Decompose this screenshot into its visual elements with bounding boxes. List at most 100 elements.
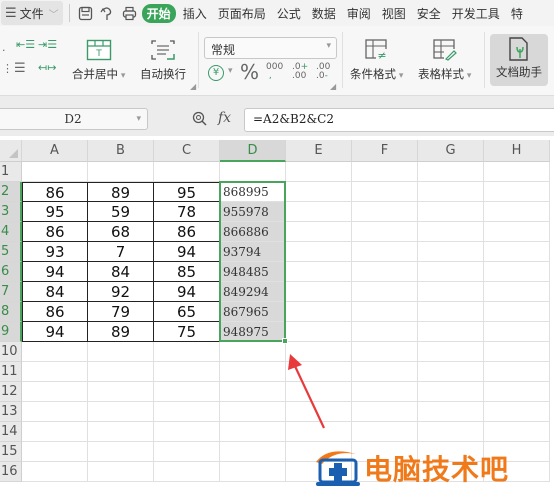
row-header-2[interactable]: 2	[0, 182, 22, 202]
cell-f10[interactable]	[352, 342, 418, 362]
alignment-dialog-launcher-icon[interactable]: ◢	[190, 82, 196, 91]
row-header-14[interactable]: 14	[0, 422, 22, 442]
tab-view[interactable]: 视图	[378, 5, 410, 22]
cell-b1[interactable]	[88, 162, 154, 182]
cell-h3[interactable]	[484, 202, 550, 222]
cell-c5[interactable]: 94	[154, 242, 220, 262]
cell-a3[interactable]: 95	[22, 202, 88, 222]
fill-handle[interactable]	[282, 338, 288, 344]
cell-a12[interactable]	[22, 382, 88, 402]
column-header-h[interactable]: H	[484, 140, 550, 162]
cell-f3[interactable]	[352, 202, 418, 222]
cell-g12[interactable]	[418, 382, 484, 402]
cell-h2[interactable]	[484, 182, 550, 202]
cell-b7[interactable]: 92	[88, 282, 154, 302]
row-header-8[interactable]: 8	[0, 302, 22, 322]
row-header-7[interactable]: 7	[0, 282, 22, 302]
row-header-10[interactable]: 10	[0, 342, 22, 362]
cell-f12[interactable]	[352, 382, 418, 402]
cell-g5[interactable]	[418, 242, 484, 262]
cell-d3[interactable]: 955978	[220, 202, 286, 222]
cell-g3[interactable]	[418, 202, 484, 222]
conditional-format-button[interactable]: ≠ 条件格式 ▾	[350, 36, 403, 82]
cell-g13[interactable]	[418, 402, 484, 422]
cell-e5[interactable]	[286, 242, 352, 262]
cell-c11[interactable]	[154, 362, 220, 382]
tab-insert[interactable]: 插入	[179, 5, 211, 22]
cell-f8[interactable]	[352, 302, 418, 322]
increase-decimal-icon[interactable]: .0+ .00	[292, 63, 308, 81]
cell-b5[interactable]: 7	[88, 242, 154, 262]
row-header-11[interactable]: 11	[0, 362, 22, 382]
column-header-b[interactable]: B	[88, 140, 154, 162]
cell-h11[interactable]	[484, 362, 550, 382]
cell-g4[interactable]	[418, 222, 484, 242]
cell-b11[interactable]	[88, 362, 154, 382]
cell-a2[interactable]: 86	[22, 182, 88, 202]
cell-b6[interactable]: 84	[88, 262, 154, 282]
cell-a7[interactable]: 84	[22, 282, 88, 302]
cell-b15[interactable]	[88, 442, 154, 462]
cell-b8[interactable]: 79	[88, 302, 154, 322]
cell-d11[interactable]	[220, 362, 286, 382]
undo-icon[interactable]	[98, 3, 118, 23]
formula-input[interactable]: =A2&B2&C2	[244, 108, 554, 132]
distributed-align-icon[interactable]: ☰	[14, 61, 26, 76]
cell-h9[interactable]	[484, 322, 550, 342]
cell-c15[interactable]	[154, 442, 220, 462]
increase-indent-icon[interactable]: ⇥☰	[38, 38, 57, 51]
cell-b3[interactable]: 59	[88, 202, 154, 222]
cell-c12[interactable]	[154, 382, 220, 402]
tab-page-layout[interactable]: 页面布局	[214, 5, 270, 22]
cell-a9[interactable]: 94	[22, 322, 88, 342]
cell-g11[interactable]	[418, 362, 484, 382]
column-header-g[interactable]: G	[418, 140, 484, 162]
cell-c8[interactable]: 65	[154, 302, 220, 322]
cell-a11[interactable]	[22, 362, 88, 382]
cell-d5[interactable]: 93794	[220, 242, 286, 262]
fx-icon[interactable]: fx	[218, 110, 231, 126]
cell-d12[interactable]	[220, 382, 286, 402]
cell-b14[interactable]	[88, 422, 154, 442]
cell-h6[interactable]	[484, 262, 550, 282]
row-header-5[interactable]: 5	[0, 242, 22, 262]
save-icon[interactable]	[76, 3, 96, 23]
cell-f6[interactable]	[352, 262, 418, 282]
cell-g2[interactable]	[418, 182, 484, 202]
cell-d14[interactable]	[220, 422, 286, 442]
cell-g14[interactable]	[418, 422, 484, 442]
cell-g10[interactable]	[418, 342, 484, 362]
row-header-3[interactable]: 3	[0, 202, 22, 222]
column-header-a[interactable]: A	[22, 140, 88, 162]
cell-g1[interactable]	[418, 162, 484, 182]
decrease-indent-icon[interactable]: ⇤☰	[16, 38, 35, 51]
cell-h1[interactable]	[484, 162, 550, 182]
cell-g6[interactable]	[418, 262, 484, 282]
cell-b12[interactable]	[88, 382, 154, 402]
cell-f2[interactable]	[352, 182, 418, 202]
cell-d13[interactable]	[220, 402, 286, 422]
dropdown-arrow-icon[interactable]: ▾	[228, 66, 233, 76]
cell-b9[interactable]: 89	[88, 322, 154, 342]
select-all-corner[interactable]	[0, 140, 22, 162]
table-style-button[interactable]: 表格样式 ▾	[418, 36, 471, 82]
cell-d10[interactable]	[220, 342, 286, 362]
tab-review[interactable]: 审阅	[343, 5, 375, 22]
column-header-d[interactable]: D	[220, 140, 286, 162]
cell-g7[interactable]	[418, 282, 484, 302]
cell-d7[interactable]: 849294	[220, 282, 286, 302]
cell-c4[interactable]: 86	[154, 222, 220, 242]
zoom-search-icon[interactable]	[192, 111, 207, 130]
cell-e4[interactable]	[286, 222, 352, 242]
cell-e9[interactable]	[286, 322, 352, 342]
currency-icon[interactable]: ¥	[208, 65, 224, 81]
cell-d2[interactable]: 868995	[220, 182, 286, 202]
number-format-select[interactable]: 常规 ▾	[204, 37, 337, 59]
row-header-13[interactable]: 13	[0, 402, 22, 422]
cell-h12[interactable]	[484, 382, 550, 402]
cell-c1[interactable]	[154, 162, 220, 182]
cell-c16[interactable]	[154, 462, 220, 482]
tab-security[interactable]: 安全	[413, 5, 445, 22]
cell-h8[interactable]	[484, 302, 550, 322]
doc-helper-button[interactable]: 文档助手	[490, 34, 548, 86]
